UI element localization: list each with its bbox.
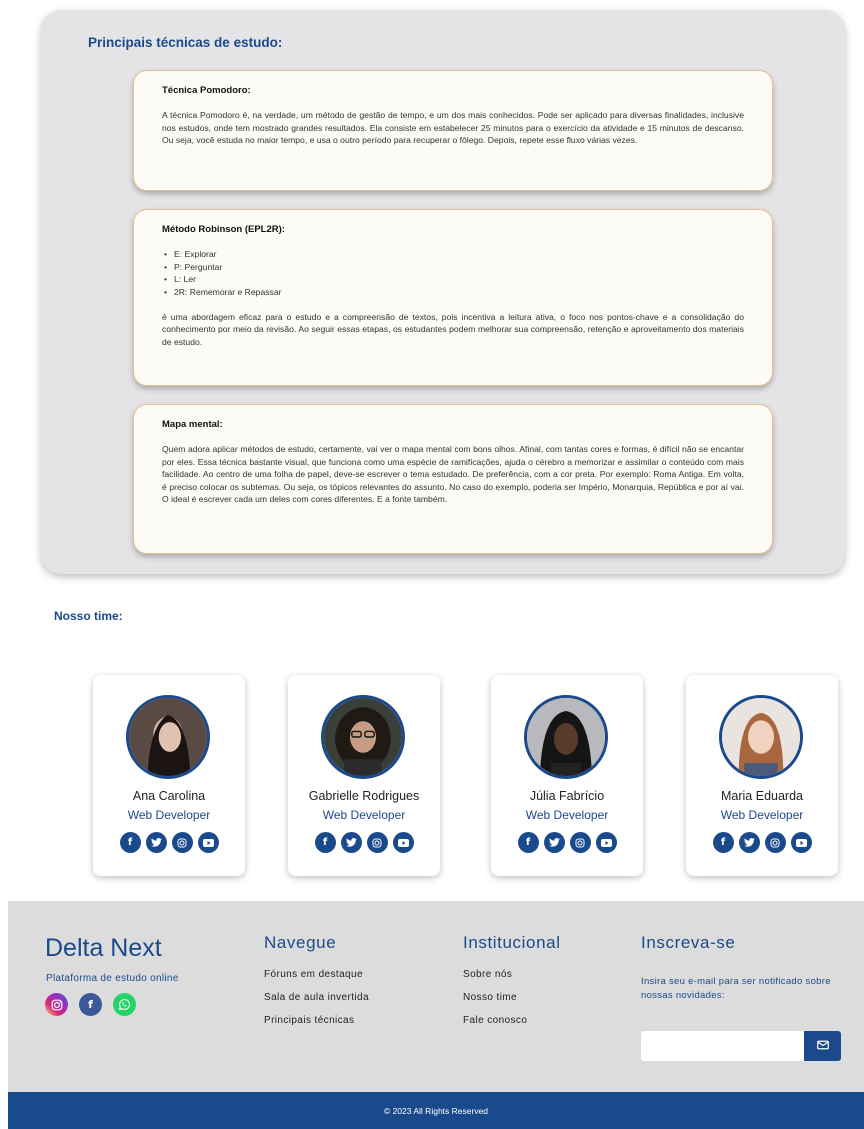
member-socials: f — [686, 832, 838, 853]
member-name: Maria Eduarda — [721, 789, 803, 803]
list-item: 2R: Rememorar e Repassar — [162, 286, 744, 299]
team-member-card: Júlia Fabrício Web Developer f — [491, 675, 643, 876]
card-pomodoro: Técnica Pomodoro: A técnica Pomodoro é, … — [133, 70, 773, 191]
youtube-icon[interactable] — [790, 832, 812, 853]
subscribe-title: Inscreva-se — [641, 933, 736, 952]
twitter-icon[interactable] — [340, 832, 362, 853]
nav-link-foruns[interactable]: Fóruns em destaque — [264, 969, 363, 980]
avatar — [719, 695, 803, 779]
youtube-icon[interactable] — [197, 832, 219, 853]
team-title: Nosso time: — [54, 609, 123, 623]
facebook-icon[interactable]: f — [712, 832, 734, 853]
instagram-icon[interactable] — [45, 993, 68, 1016]
list-item: L: Ler — [162, 273, 744, 286]
footer-socials: f — [45, 993, 136, 1016]
subscribe-text: Insira seu e-mail para ser notificado so… — [641, 976, 831, 1001]
card-mindmap: Mapa mental: Quem adora aplicar métodos … — [133, 404, 773, 554]
member-role: Web Developer — [720, 808, 804, 822]
avatar — [126, 695, 210, 779]
card-text: é uma abordagem eficaz para o estudo e a… — [162, 311, 744, 347]
facebook-icon[interactable]: f — [119, 832, 141, 853]
facebook-icon[interactable]: f — [314, 832, 336, 853]
robinson-list: E: Explorar P: Perguntar L: Ler 2R: Reme… — [162, 248, 744, 299]
brand-tagline: Plataforma de estudo online — [46, 973, 179, 984]
list-item: E: Explorar — [162, 248, 744, 261]
facebook-icon[interactable]: f — [517, 832, 539, 853]
subscribe-button[interactable] — [804, 1031, 841, 1061]
card-heading: Mapa mental: — [162, 419, 223, 430]
youtube-icon[interactable] — [595, 832, 617, 853]
inst-link-time[interactable]: Nosso time — [463, 992, 517, 1003]
facebook-icon[interactable]: f — [79, 993, 102, 1016]
card-text: A técnica Pomodoro é, na verdade, um mét… — [162, 110, 744, 146]
copyright-text: © 2023 All Rights Reserved — [383, 1105, 489, 1116]
list-item: P: Perguntar — [162, 261, 744, 274]
nav-link-tecnicas[interactable]: Principais técnicas — [264, 1015, 354, 1026]
card-robinson: Método Robinson (EPL2R): E: Explorar P: … — [133, 209, 773, 386]
inst-link-contato[interactable]: Fale conosco — [463, 1015, 527, 1026]
team-member-card: Ana Carolina Web Developer f — [93, 675, 245, 876]
techniques-panel: Principais técnicas de estudo: Técnica P… — [41, 10, 845, 574]
whatsapp-icon[interactable] — [113, 993, 136, 1016]
member-role: Web Developer — [525, 808, 609, 822]
card-heading: Técnica Pomodoro: — [162, 85, 251, 96]
member-name: Gabrielle Rodrigues — [308, 789, 420, 803]
institutional-title: Institucional — [463, 933, 561, 952]
card-heading: Método Robinson (EPL2R): — [162, 224, 285, 235]
instagram-icon[interactable] — [569, 832, 591, 853]
member-socials: f — [491, 832, 643, 853]
youtube-icon[interactable] — [392, 832, 414, 853]
member-name: Ana Carolina — [132, 789, 206, 803]
member-socials: f — [288, 832, 440, 853]
member-role: Web Developer — [322, 808, 406, 822]
team-member-card: Maria Eduarda Web Developer f — [686, 675, 838, 876]
avatar — [524, 695, 608, 779]
member-role: Web Developer — [127, 808, 211, 822]
envelope-icon — [816, 1037, 829, 1055]
member-socials: f — [93, 832, 245, 853]
team-member-card: Gabrielle Rodrigues Web Developer f — [288, 675, 440, 876]
avatar — [321, 695, 405, 779]
footer: Delta Next Plataforma de estudo online f… — [8, 901, 864, 1092]
instagram-icon[interactable] — [171, 832, 193, 853]
inst-link-sobre[interactable]: Sobre nós — [463, 969, 512, 980]
twitter-icon[interactable] — [543, 832, 565, 853]
techniques-title: Principais técnicas de estudo: — [88, 35, 283, 50]
instagram-icon[interactable] — [366, 832, 388, 853]
email-input[interactable] — [641, 1031, 804, 1061]
twitter-icon[interactable] — [738, 832, 760, 853]
brand-logo[interactable]: Delta Next — [45, 934, 162, 963]
member-name: Júlia Fabrício — [529, 789, 605, 803]
nav-link-sala[interactable]: Sala de aula invertida — [264, 992, 369, 1003]
copyright-bar: © 2023 All Rights Reserved — [8, 1092, 864, 1129]
card-text: Quem adora aplicar métodos de estudo, ce… — [162, 444, 744, 505]
nav-title: Navegue — [264, 933, 337, 952]
instagram-icon[interactable] — [764, 832, 786, 853]
twitter-icon[interactable] — [145, 832, 167, 853]
